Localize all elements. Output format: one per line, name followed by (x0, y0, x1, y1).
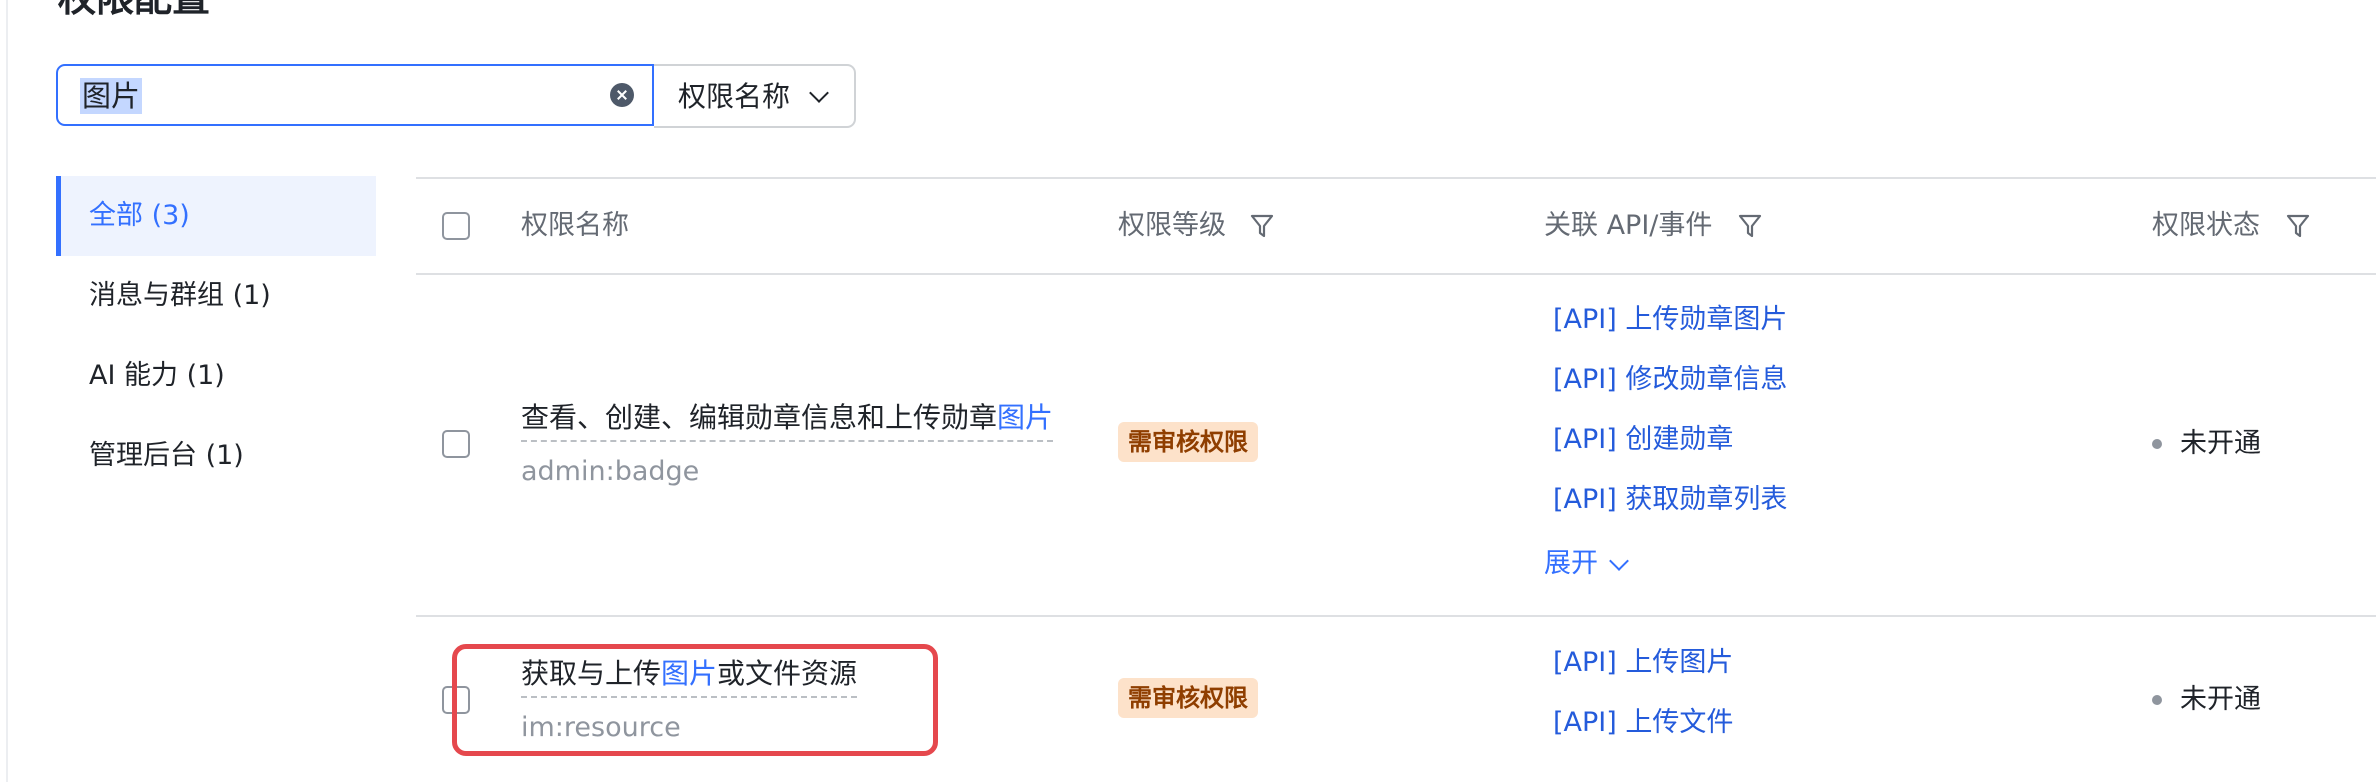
sidebar-item-all[interactable]: 全部 (3) (89, 199, 190, 233)
left-panel-border (6, 0, 8, 782)
status-dot (2152, 439, 2162, 449)
level-badge: 需审核权限 (1118, 422, 1258, 462)
sidebar-item-admin[interactable]: 管理后台 (1) (89, 439, 244, 473)
filter-icon[interactable] (1250, 213, 1274, 239)
page-title: 权限配置 (58, 0, 210, 18)
row-checkbox[interactable] (442, 430, 470, 458)
api-link[interactable]: [API] 上传图片 (1553, 646, 1733, 680)
search-input[interactable]: 图片 (56, 64, 654, 126)
column-header-level: 权限等级 (1118, 210, 1226, 241)
sidebar-active-indicator (56, 176, 61, 256)
chevron-down-icon (809, 83, 829, 103)
level-badge: 需审核权限 (1118, 678, 1258, 718)
api-link[interactable]: [API] 创建勋章 (1553, 423, 1733, 457)
status-dot (2152, 695, 2162, 705)
column-header-api: 关联 API/事件 (1544, 210, 1713, 241)
api-link[interactable]: [API] 修改勋章信息 (1553, 363, 1787, 397)
expand-button[interactable]: 展开 (1544, 547, 1598, 581)
search-field-select[interactable]: 权限名称 (654, 64, 856, 128)
filter-icon[interactable] (2286, 213, 2310, 239)
api-link[interactable]: [API] 上传文件 (1553, 706, 1733, 740)
search-highlight: 图片 (997, 401, 1054, 434)
status-text: 未开通 (2180, 428, 2261, 459)
column-header-status: 权限状态 (2152, 210, 2260, 241)
search-input-value[interactable]: 图片 (80, 78, 143, 114)
select-all-checkbox[interactable] (442, 212, 470, 240)
sidebar-item-messages-groups[interactable]: 消息与群组 (1) (89, 279, 271, 313)
status-text: 未开通 (2180, 684, 2261, 715)
annotation-highlight-box (452, 644, 938, 756)
api-link[interactable]: [API] 获取勋章列表 (1553, 483, 1787, 517)
sidebar-item-ai[interactable]: AI 能力 (1) (89, 359, 225, 393)
search-field-select-value: 权限名称 (678, 80, 791, 113)
filter-icon[interactable] (1738, 213, 1762, 239)
permission-name-text: 查看、创建、编辑勋章信息和上传勋章 (521, 401, 998, 434)
table-header (416, 177, 2376, 275)
permission-name[interactable]: 查看、创建、编辑勋章信息和上传勋章图片 (521, 400, 1054, 442)
api-link[interactable]: [API] 上传勋章图片 (1553, 303, 1787, 337)
clear-icon[interactable] (610, 83, 634, 107)
column-header-name: 权限名称 (521, 210, 629, 241)
permission-code: admin:badge (521, 456, 700, 487)
chevron-down-icon (1609, 551, 1629, 571)
row-divider (416, 615, 2376, 617)
